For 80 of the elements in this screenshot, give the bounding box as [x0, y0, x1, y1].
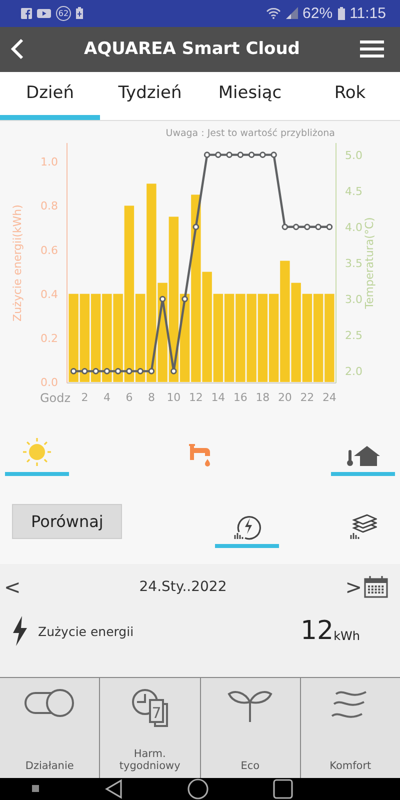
energy-value: 12: [300, 616, 334, 646]
point: [226, 151, 232, 158]
point: [182, 296, 188, 302]
battery-saver-icon: [76, 7, 83, 20]
point: [170, 368, 177, 374]
axis-tick-label: 10: [166, 390, 181, 404]
point: [204, 151, 210, 158]
axis-tick-label: 6: [126, 390, 133, 404]
point: [104, 368, 110, 374]
battery-icon: [338, 6, 345, 20]
axis-tick-label: 3.5: [345, 256, 362, 270]
sprout-icon: [227, 688, 274, 722]
point: [326, 224, 333, 230]
point: [292, 224, 300, 230]
date-label: 24.Sty..2022: [138, 579, 228, 596]
y-axis-title: Zużycie energii(kWh): [11, 204, 24, 322]
point: [270, 151, 277, 158]
approximation-note: Uwaga : Jest to wartość przybliżona: [166, 128, 335, 139]
point: [248, 151, 255, 158]
axis-tick-label: 4.0: [345, 220, 362, 234]
point: [114, 368, 122, 374]
axis-tick-label: 2.0: [345, 364, 362, 378]
layers-chart-icon[interactable]: [348, 512, 377, 540]
axis-tick-label: 12: [188, 390, 203, 404]
app-title: AQUAREA Smart Cloud: [83, 39, 301, 60]
point: [192, 224, 200, 230]
axis-tick-label: 20: [278, 390, 292, 404]
point: [126, 368, 132, 374]
point: [70, 368, 77, 374]
axis-tick-label: 5.0: [345, 148, 362, 162]
point: [260, 151, 266, 158]
energy-unit: kWh: [334, 629, 360, 644]
x-axis-title: Godz: [40, 390, 71, 405]
axis-tick-label: 2: [81, 390, 88, 404]
point: [148, 368, 155, 374]
video-icon: [37, 8, 51, 19]
home-icon[interactable]: [186, 778, 209, 800]
menu-icon[interactable]: [360, 39, 384, 60]
previous-day-button[interactable]: <: [2, 575, 23, 600]
axis-tick-label: 0.4: [40, 288, 58, 301]
toggle-icon: [24, 688, 76, 718]
point: [282, 224, 288, 230]
axis-tick-label: 16: [233, 390, 248, 404]
axis-tick-label: 0.6: [40, 244, 58, 257]
axis-tick-label: 0.8: [40, 199, 58, 212]
axis-tick-label: 2.5: [345, 328, 362, 342]
notification-count: 62: [56, 6, 71, 21]
recents-icon[interactable]: [273, 779, 294, 799]
point: [237, 151, 244, 158]
next-day-button[interactable]: >: [343, 575, 364, 600]
facebook-icon: [21, 8, 32, 19]
point: [92, 368, 99, 374]
axis-tick-label: 18: [256, 390, 270, 404]
point: [215, 151, 222, 158]
compare-button[interactable]: Porównaj: [12, 504, 122, 539]
point: [82, 368, 88, 374]
axis-tick-label: 1.0: [40, 155, 58, 168]
axis-tick-label: 14: [211, 390, 226, 404]
axis-tick-label: 4.5: [345, 184, 362, 198]
axis-tick-label: 3.0: [345, 292, 362, 306]
signal-icon: [286, 7, 298, 20]
axis-tick-label: 0.0: [40, 376, 58, 389]
axis-tick-label: 24: [322, 390, 336, 404]
point: [315, 224, 322, 230]
axis-tick-label: 22: [300, 390, 314, 404]
axis-tick-label: 0.2: [40, 332, 58, 345]
y-axis-title: Temperatura(°C): [363, 216, 376, 309]
house-icon[interactable]: [346, 444, 380, 468]
wifi-icon: [266, 7, 281, 20]
energy-label: Zużycie energii: [38, 624, 135, 639]
calendar-icon[interactable]: [364, 576, 388, 598]
axis-tick-label: 8: [148, 390, 155, 404]
point: [159, 296, 166, 302]
point: [137, 368, 144, 374]
battery-percent: 62%: [302, 4, 333, 22]
point: [304, 224, 310, 230]
lightning-icon: [12, 616, 28, 646]
axis-tick-label: 4: [103, 390, 110, 404]
clock: 11:15: [350, 4, 386, 22]
back-icon[interactable]: [104, 779, 123, 799]
